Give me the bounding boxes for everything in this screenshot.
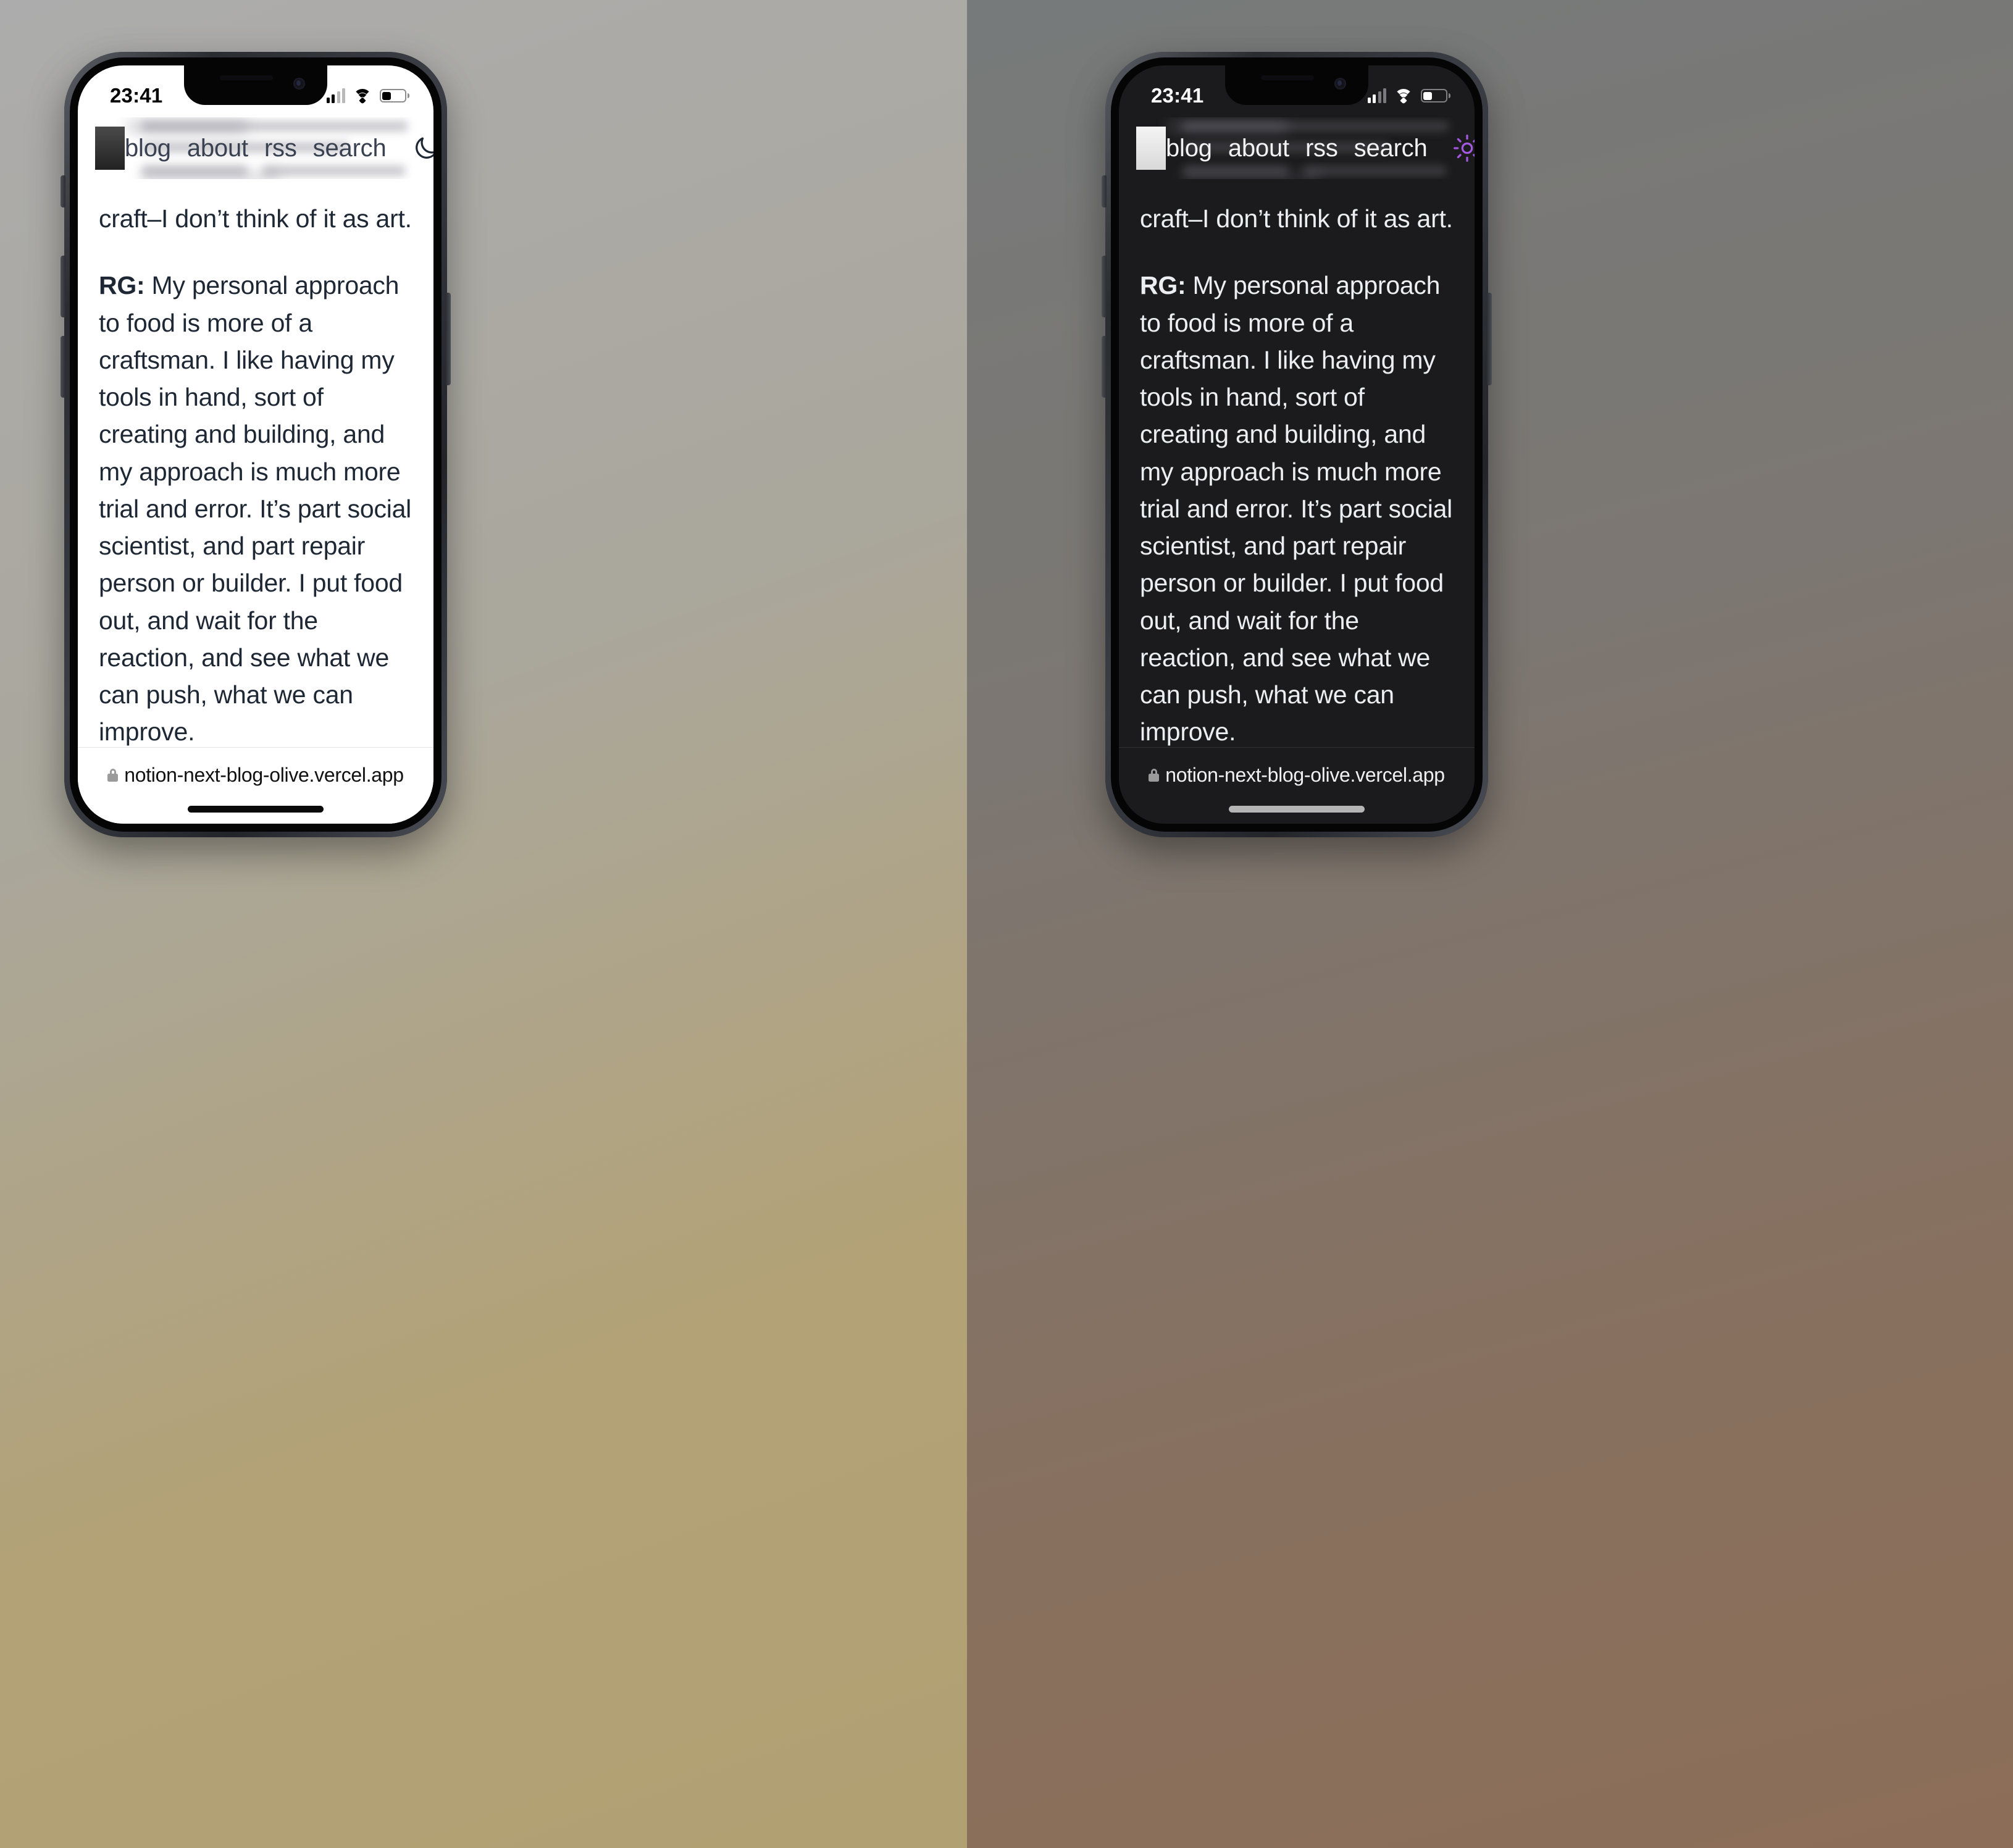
- blurred-header-text: [263, 165, 405, 176]
- dark-mode-phone: 23:41 blog about rss search craft–I don’…: [1102, 52, 1492, 837]
- browser-url-bar[interactable]: notion-next-blog-olive.vercel.app: [1119, 747, 1475, 824]
- sun-icon[interactable]: [1451, 132, 1475, 164]
- blurred-header-text: [1183, 165, 1288, 176]
- url-row[interactable]: notion-next-blog-olive.vercel.app: [107, 764, 404, 787]
- site-logo[interactable]: [95, 127, 125, 170]
- earpiece-speaker-icon: [1261, 75, 1314, 80]
- article-paragraph: RG: My personal approach to food is more…: [99, 267, 412, 747]
- mute-switch[interactable]: [1102, 175, 1107, 207]
- site-navigation-bar: blog about rss search: [78, 117, 433, 179]
- volume-up-button[interactable]: [1102, 256, 1107, 317]
- paragraph-body: My personal approach to food is more of …: [99, 271, 411, 746]
- nav-links: blog about rss search: [1166, 132, 1475, 164]
- light-mode-phone: 23:41 blog about rss search craft–I don’…: [61, 52, 451, 837]
- url-row[interactable]: notion-next-blog-olive.vercel.app: [1149, 764, 1445, 787]
- mute-switch[interactable]: [61, 175, 65, 207]
- notch: [184, 65, 327, 105]
- lock-icon: [107, 769, 119, 782]
- front-camera-icon: [293, 78, 305, 90]
- battery-icon: [380, 89, 409, 102]
- light-mode-screen: 23:41 blog about rss search craft–I don’…: [78, 65, 433, 824]
- site-logo[interactable]: [1136, 127, 1166, 170]
- url-text: notion-next-blog-olive.vercel.app: [124, 764, 404, 786]
- article-paragraph: RG: My personal approach to food is more…: [1140, 267, 1454, 747]
- wifi-icon: [353, 88, 372, 104]
- power-button[interactable]: [446, 293, 451, 385]
- article-content: craft–I don’t think of it as art. RG: My…: [1119, 179, 1475, 747]
- speaker-initials: RG:: [99, 271, 145, 300]
- cellular-bars-icon: [326, 88, 345, 103]
- battery-icon: [1421, 89, 1450, 102]
- article-paragraph: craft–I don’t think of it as art.: [1140, 204, 1453, 233]
- home-indicator[interactable]: [188, 806, 324, 813]
- dark-mode-screen: 23:41 blog about rss search craft–I don’…: [1119, 65, 1475, 824]
- nav-link-about[interactable]: about: [1228, 135, 1289, 162]
- speaker-initials: RG:: [1140, 271, 1186, 300]
- moon-icon[interactable]: [410, 132, 433, 164]
- earpiece-speaker-icon: [220, 75, 273, 80]
- nav-link-about[interactable]: about: [187, 135, 248, 162]
- notch: [1225, 65, 1368, 105]
- blurred-header-text: [142, 121, 408, 132]
- volume-down-button[interactable]: [61, 336, 65, 398]
- url-text: notion-next-blog-olive.vercel.app: [1165, 764, 1445, 786]
- cellular-bars-icon: [1367, 88, 1386, 103]
- status-bar-time: 23:41: [110, 84, 163, 107]
- site-navigation-bar: blog about rss search: [1119, 117, 1475, 179]
- nav-link-search[interactable]: search: [1354, 135, 1428, 162]
- nav-links: blog about rss search: [125, 132, 433, 164]
- nav-link-rss[interactable]: rss: [1305, 135, 1338, 162]
- article-content: craft–I don’t think of it as art. RG: My…: [78, 179, 433, 747]
- comparison-stage: 23:41 blog about rss search craft–I don’…: [0, 0, 2013, 1848]
- blurred-header-text: [1183, 121, 1449, 132]
- power-button[interactable]: [1487, 293, 1492, 385]
- status-bar-indicators: [1367, 88, 1450, 104]
- blurred-header-text: [1304, 165, 1446, 176]
- lock-icon: [1149, 769, 1160, 782]
- nav-link-blog[interactable]: blog: [125, 135, 171, 162]
- nav-link-rss[interactable]: rss: [264, 135, 297, 162]
- status-bar-time: 23:41: [1151, 84, 1204, 107]
- volume-down-button[interactable]: [1102, 336, 1107, 398]
- article-paragraph: craft–I don’t think of it as art.: [99, 204, 412, 233]
- wifi-icon: [1394, 88, 1413, 104]
- volume-up-button[interactable]: [61, 256, 65, 317]
- nav-link-search[interactable]: search: [313, 135, 387, 162]
- front-camera-icon: [1334, 78, 1346, 90]
- nav-link-blog[interactable]: blog: [1166, 135, 1212, 162]
- home-indicator[interactable]: [1229, 806, 1365, 813]
- browser-url-bar[interactable]: notion-next-blog-olive.vercel.app: [78, 747, 433, 824]
- status-bar-indicators: [326, 88, 409, 104]
- blurred-header-text: [142, 165, 247, 176]
- paragraph-body: My personal approach to food is more of …: [1140, 271, 1452, 746]
